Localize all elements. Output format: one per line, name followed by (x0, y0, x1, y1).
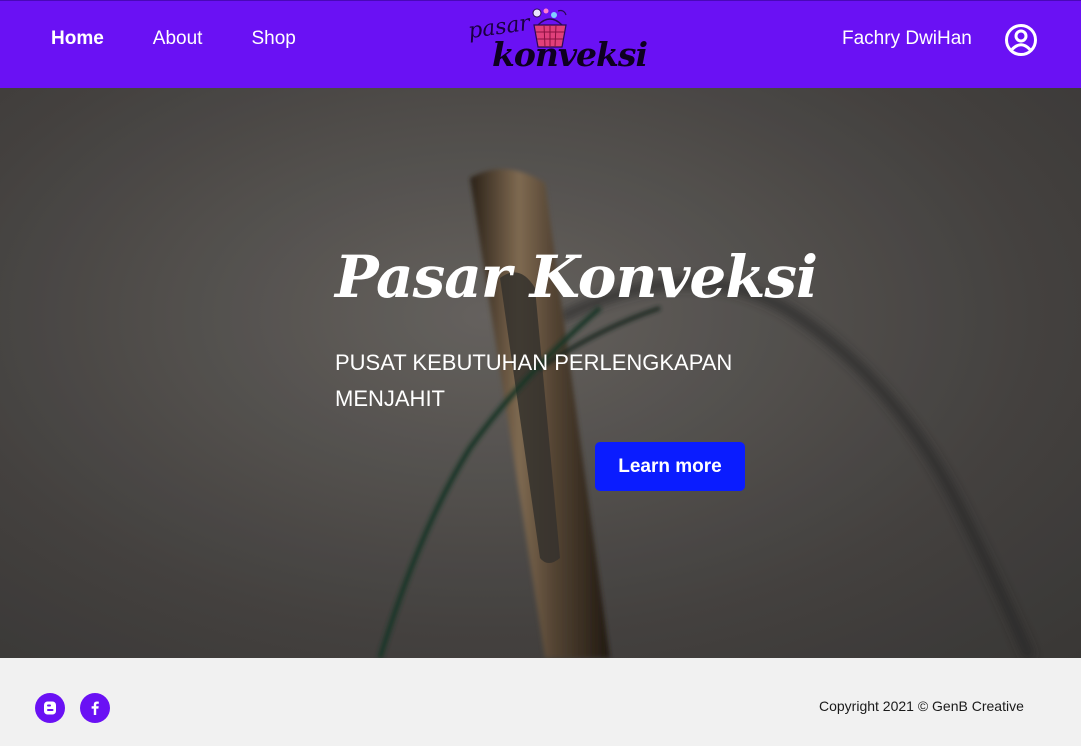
nav-shop-link[interactable]: Shop (251, 27, 295, 51)
facebook-icon (91, 701, 99, 715)
blogger-icon (44, 701, 56, 715)
logo-text-konveksi: konveksi (492, 35, 648, 74)
copyright-text: Copyright 2021 © GenB Creative (819, 698, 1024, 714)
blogger-link[interactable] (35, 693, 65, 723)
facebook-link[interactable] (80, 693, 110, 723)
learn-more-button[interactable]: Learn more (595, 442, 745, 491)
user-circle-icon[interactable] (1004, 23, 1038, 57)
hero-section: Pasar Konveksi PUSAT KEBUTUHAN PERLENGKA… (0, 88, 1081, 658)
user-name[interactable]: Fachry DwiHan (842, 27, 972, 51)
page: Home About Shop pasar konveksi Fachry Dw… (0, 0, 1081, 746)
hero-subtitle: PUSAT KEBUTUHAN PERLENGKAPAN MENJAHIT (335, 350, 733, 411)
hero-title: Pasar Konveksi (335, 243, 818, 311)
nav-about-link[interactable]: About (153, 27, 203, 51)
nav-home-link[interactable]: Home (51, 27, 104, 51)
navbar: Home About Shop pasar konveksi Fachry Dw… (0, 0, 1081, 88)
nav-links: Home About Shop (51, 27, 345, 51)
logo[interactable]: pasar konveksi (466, 1, 648, 87)
footer: Copyright 2021 © GenB Creative (0, 658, 1081, 746)
